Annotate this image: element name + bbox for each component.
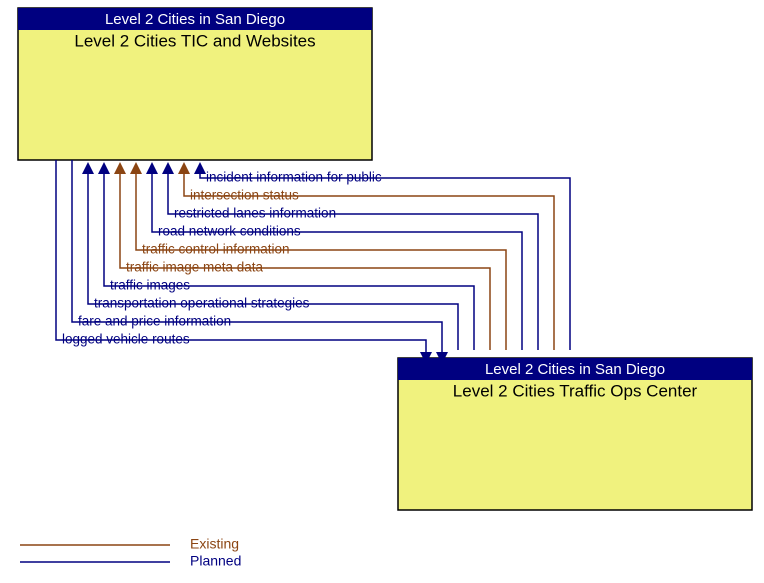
box-tic-websites: Level 2 Cities in San Diego Level 2 Citi… (18, 8, 372, 160)
flow-label: fare and price information (78, 314, 231, 329)
box-top-header: Level 2 Cities in San Diego (105, 11, 285, 28)
flow-label: traffic control information (142, 242, 290, 257)
flow-label: traffic images (110, 278, 190, 293)
box-bottom-title: Level 2 Cities Traffic Ops Center (453, 381, 698, 400)
box-top-title: Level 2 Cities TIC and Websites (74, 31, 315, 50)
flow-label: transportation operational strategies (94, 296, 310, 311)
flow-label: incident information for public (206, 170, 382, 185)
legend: Existing Planned (20, 536, 241, 569)
architecture-diagram: Level 2 Cities in San Diego Level 2 Citi… (0, 0, 764, 583)
flow-label: intersection status (190, 188, 299, 203)
box-traffic-ops-center: Level 2 Cities in San Diego Level 2 Citi… (398, 358, 752, 510)
legend-planned-label: Planned (190, 553, 241, 569)
flow-label: road network conditions (158, 224, 301, 239)
legend-existing-label: Existing (190, 536, 239, 552)
box-bottom-header: Level 2 Cities in San Diego (485, 361, 665, 378)
flow-label: logged vehicle routes (62, 332, 190, 347)
flow-label: traffic image meta data (126, 260, 264, 275)
flow-label: restricted lanes information (174, 206, 336, 221)
